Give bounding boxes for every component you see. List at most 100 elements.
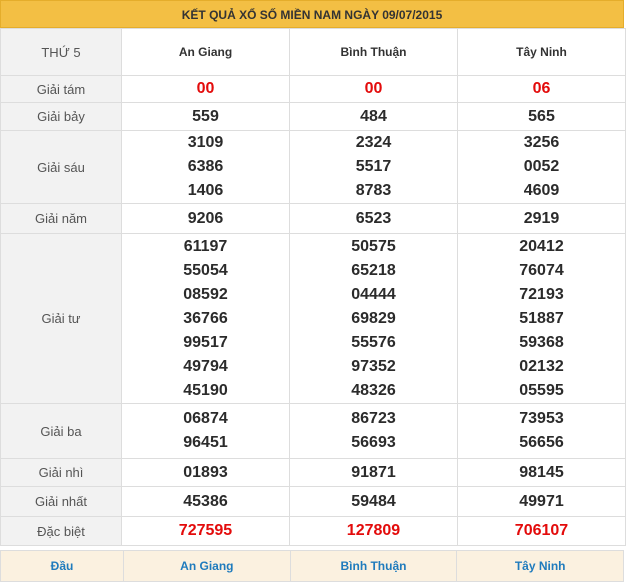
- result-number: 59484: [351, 492, 396, 510]
- prize-cell: 86723 56693: [289, 403, 458, 459]
- prize-cell: 127809: [289, 516, 458, 546]
- prize-label: Giải sáu: [0, 130, 122, 204]
- result-number: 55054: [183, 261, 228, 279]
- prize-row: Giải ba 06874 96451 86723 56693 73953 56656: [0, 403, 626, 459]
- head-province-binh-thuan[interactable]: Bình Thuận: [289, 550, 458, 582]
- prize-cell: 06: [457, 75, 626, 103]
- prize-cell: 06874 96451: [121, 403, 290, 459]
- result-number: 36766: [183, 309, 228, 327]
- result-number: 559: [192, 107, 219, 125]
- result-number: 45386: [183, 492, 228, 510]
- prize-cell: 00: [121, 75, 290, 103]
- result-number: 8783: [355, 182, 392, 199]
- prize-row: Đặc biệt 727595 127809 706107: [0, 516, 626, 546]
- result-number: 02132: [519, 357, 564, 375]
- result-number: 49971: [519, 492, 564, 510]
- prize-label: Giải nhất: [0, 486, 122, 517]
- result-number: 72193: [519, 285, 564, 303]
- prize-row: Giải tám 00 00 06: [0, 75, 626, 103]
- result-number: 49794: [183, 357, 228, 375]
- result-number: 45190: [183, 381, 228, 399]
- prize-label: Giải nhì: [0, 458, 122, 487]
- prize-cell: 484: [289, 102, 458, 131]
- prize-label: Giải bảy: [0, 102, 122, 131]
- result-number: 99517: [183, 333, 228, 351]
- result-number: 86723: [351, 410, 396, 427]
- prize-cell: 6523: [289, 203, 458, 234]
- prize-row: Giải nhất 45386 59484 49971: [0, 486, 626, 517]
- day-label: THỨ 5: [0, 28, 122, 76]
- highlight-number: 00: [364, 80, 383, 97]
- province-an-giang[interactable]: An Giang: [121, 28, 290, 76]
- prize-cell: 20412 76074 72193 51887 59368 02132 05595: [457, 233, 626, 404]
- result-number: 6386: [187, 158, 224, 175]
- result-number: 55576: [351, 333, 396, 351]
- result-number: 6523: [355, 209, 392, 227]
- prize-cell: 559: [121, 102, 290, 131]
- results-table: THỨ 5 An Giang Bình Thuận Tây Ninh Giải …: [0, 28, 626, 546]
- result-number: 9206: [187, 209, 224, 227]
- result-number: 06874: [183, 410, 228, 427]
- prize-cell: 2919: [457, 203, 626, 234]
- prize-cell: 727595: [121, 516, 290, 546]
- results-title: KẾT QUẢ XỔ SỐ MIỀN NAM NGÀY 09/07/2015: [0, 0, 624, 28]
- head-table-panel: Đầu An Giang Bình Thuận Tây Ninh: [0, 550, 624, 582]
- head-label: Đầu: [0, 550, 124, 582]
- result-number: 59368: [519, 333, 564, 351]
- result-number: 56693: [351, 434, 396, 451]
- highlight-number: 06: [532, 80, 551, 97]
- result-number: 484: [360, 107, 387, 125]
- prize-label: Giải năm: [0, 203, 122, 234]
- prize-row: Giải nhì 01893 91871 98145: [0, 458, 626, 487]
- prize-cell: 45386: [121, 486, 290, 517]
- prize-row: Giải bảy 559 484 565: [0, 102, 626, 131]
- prize-label: Giải tư: [0, 233, 122, 404]
- prize-cell: 73953 56656: [457, 403, 626, 459]
- result-number: 05595: [519, 381, 564, 399]
- result-number: 96451: [183, 434, 228, 451]
- prize-cell: 50575 65218 04444 69829 55576 97352 48326: [289, 233, 458, 404]
- result-number: 0052: [523, 158, 560, 175]
- result-number: 565: [528, 107, 555, 125]
- result-number: 69829: [351, 309, 396, 327]
- prize-cell: 59484: [289, 486, 458, 517]
- header-row: THỨ 5 An Giang Bình Thuận Tây Ninh: [0, 28, 626, 76]
- prize-cell: 91871: [289, 458, 458, 487]
- province-binh-thuan[interactable]: Bình Thuận: [289, 28, 458, 76]
- prize-cell: 2324 5517 8783: [289, 130, 458, 204]
- head-table-header-row: Đầu An Giang Bình Thuận Tây Ninh: [0, 550, 624, 582]
- result-number: 3256: [523, 134, 560, 151]
- head-province-tay-ninh[interactable]: Tây Ninh: [456, 550, 624, 582]
- prize-label: Giải ba: [0, 403, 122, 459]
- prize-cell: 98145: [457, 458, 626, 487]
- result-number: 65218: [351, 261, 396, 279]
- result-number: 20412: [519, 237, 564, 255]
- prize-label: Giải tám: [0, 75, 122, 103]
- prize-cell: 3109 6386 1406: [121, 130, 290, 204]
- prize-cell: 565: [457, 102, 626, 131]
- highlight-number: 00: [196, 80, 215, 97]
- result-number: 48326: [351, 381, 396, 399]
- prize-cell: 00: [289, 75, 458, 103]
- highlight-number: 127809: [346, 522, 401, 539]
- result-number: 56656: [519, 434, 564, 451]
- result-number: 50575: [351, 237, 396, 255]
- head-table: Đầu An Giang Bình Thuận Tây Ninh: [0, 550, 624, 582]
- province-tay-ninh[interactable]: Tây Ninh: [457, 28, 626, 76]
- result-number: 01893: [183, 463, 228, 481]
- prize-cell: 61197 55054 08592 36766 99517 49794 45190: [121, 233, 290, 404]
- result-number: 61197: [183, 237, 228, 255]
- prize-cell: 49971: [457, 486, 626, 517]
- result-number: 98145: [519, 463, 564, 481]
- result-number: 2324: [355, 134, 392, 151]
- result-number: 1406: [187, 182, 224, 199]
- result-number: 51887: [519, 309, 564, 327]
- head-province-an-giang[interactable]: An Giang: [123, 550, 291, 582]
- results-panel: KẾT QUẢ XỔ SỐ MIỀN NAM NGÀY 09/07/2015 T…: [0, 0, 626, 546]
- highlight-number: 706107: [514, 522, 569, 539]
- result-number: 2919: [523, 209, 560, 227]
- prize-row: Giải tư 61197 55054 08592 36766 99517 49794 451…: [0, 233, 626, 404]
- prize-cell: 9206: [121, 203, 290, 234]
- prize-row: Giải năm 9206 6523 2919: [0, 203, 626, 234]
- result-number: 04444: [351, 285, 396, 303]
